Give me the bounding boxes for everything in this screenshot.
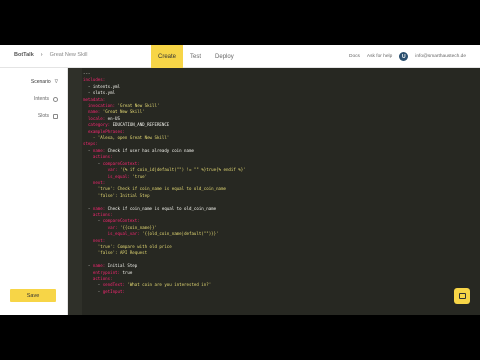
skill-name[interactable]: Great New Skill bbox=[50, 52, 88, 58]
breadcrumb: BotTalk › Great New Skill bbox=[14, 52, 88, 58]
help-link[interactable]: Ask for help bbox=[367, 54, 392, 59]
docs-link[interactable]: Docs bbox=[349, 54, 360, 59]
chat-button[interactable] bbox=[454, 288, 470, 304]
chat-icon bbox=[458, 293, 466, 299]
tab-test[interactable]: Test bbox=[183, 45, 208, 68]
sidebar-item-label: Scenario bbox=[30, 79, 51, 85]
sidebar-item-intents[interactable]: Intents bbox=[0, 93, 68, 105]
sidebar: Scenario ∇ Intents Slots Save bbox=[0, 68, 68, 315]
code-line[interactable]: - getInput: bbox=[83, 289, 246, 295]
tab-create[interactable]: Create bbox=[151, 45, 184, 68]
app-window: BotTalk › Great New Skill Create Test De… bbox=[0, 45, 480, 315]
code-lines[interactable]: --- includes: - intents.yml - slots.yml me… bbox=[83, 71, 246, 295]
avatar[interactable]: U bbox=[399, 52, 409, 61]
header-actions: Docs Ask for help U info@smarthaustech.d… bbox=[349, 45, 466, 68]
top-bar: BotTalk › Great New Skill Create Test De… bbox=[0, 45, 480, 68]
main-tabs: Create Test Deploy bbox=[151, 45, 241, 68]
filter-icon: ∇ bbox=[54, 79, 58, 85]
video-frame: BotTalk › Great New Skill Create Test De… bbox=[0, 0, 480, 360]
editor-gutter bbox=[68, 68, 82, 315]
save-button[interactable]: Save bbox=[10, 289, 56, 302]
chevron-right-icon: › bbox=[40, 52, 43, 58]
app-name[interactable]: BotTalk bbox=[14, 52, 34, 58]
tab-deploy[interactable]: Deploy bbox=[208, 45, 241, 68]
edit-icon bbox=[53, 113, 58, 119]
sidebar-item-label: Slots bbox=[37, 113, 49, 119]
code-editor[interactable]: --- includes: - intents.yml - slots.yml me… bbox=[68, 68, 480, 315]
sidebar-item-label: Intents bbox=[33, 96, 49, 102]
user-email[interactable]: info@smarthaustech.de bbox=[415, 54, 466, 59]
add-circle-icon bbox=[53, 96, 58, 102]
sidebar-item-scenario[interactable]: Scenario ∇ bbox=[0, 76, 68, 88]
sidebar-item-slots[interactable]: Slots bbox=[0, 110, 68, 122]
code-line[interactable]: 'true': Check if coin_name is equal to o… bbox=[83, 186, 246, 192]
